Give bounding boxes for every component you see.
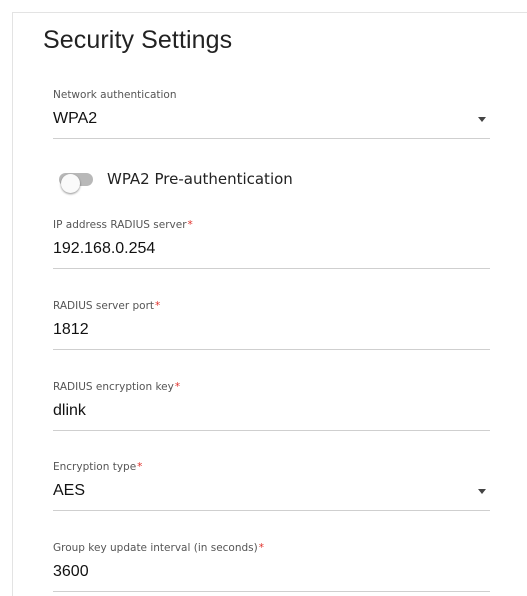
group-key-interval-input[interactable]: 3600	[53, 562, 490, 582]
field-underline	[53, 268, 490, 269]
required-marker: *	[174, 381, 181, 393]
radius-ip-field[interactable]: IP address RADIUS server* 192.168.0.254	[53, 218, 490, 269]
field-underline	[53, 138, 490, 139]
required-marker: *	[187, 219, 193, 231]
radius-ip-label: IP address RADIUS server*	[53, 219, 193, 231]
encryption-type-select[interactable]: Encryption type* AES	[53, 460, 490, 511]
radius-ip-input[interactable]: 192.168.0.254	[53, 239, 490, 259]
required-marker: *	[155, 300, 161, 312]
radius-port-field[interactable]: RADIUS server port* 1812	[53, 299, 490, 350]
network-authentication-value[interactable]: WPA2	[53, 109, 490, 129]
network-authentication-label: Network authentication	[53, 89, 177, 101]
wpa2-preauth-toggle[interactable]	[59, 173, 93, 193]
group-key-interval-field[interactable]: Group key update interval (in seconds)* …	[53, 541, 490, 592]
encryption-type-label: Encryption type*	[53, 461, 143, 473]
radius-port-label: RADIUS server port*	[53, 300, 161, 312]
chevron-down-icon[interactable]	[478, 117, 486, 122]
field-underline	[53, 430, 490, 431]
encryption-type-value[interactable]: AES	[53, 481, 490, 501]
required-marker: *	[258, 542, 264, 554]
radius-key-field[interactable]: RADIUS encryption key* dlink	[53, 380, 490, 431]
required-marker: *	[137, 461, 143, 473]
group-key-interval-label: Group key update interval (in seconds)*	[53, 542, 264, 554]
wpa2-preauth-toggle-row[interactable]: WPA2 Pre-authentication	[53, 168, 353, 193]
page-title: Security Settings	[43, 26, 233, 54]
radius-key-input[interactable]: dlink	[53, 401, 490, 421]
radius-port-input[interactable]: 1812	[53, 320, 490, 340]
wpa2-preauth-label: WPA2 Pre-authentication	[107, 170, 293, 188]
chevron-down-icon[interactable]	[478, 489, 486, 494]
field-underline	[53, 510, 490, 511]
toggle-knob[interactable]	[61, 174, 80, 193]
field-underline	[53, 591, 490, 592]
network-authentication-select[interactable]: Network authentication WPA2	[53, 88, 490, 139]
field-underline	[53, 349, 490, 350]
radius-key-label: RADIUS encryption key*	[53, 381, 181, 393]
